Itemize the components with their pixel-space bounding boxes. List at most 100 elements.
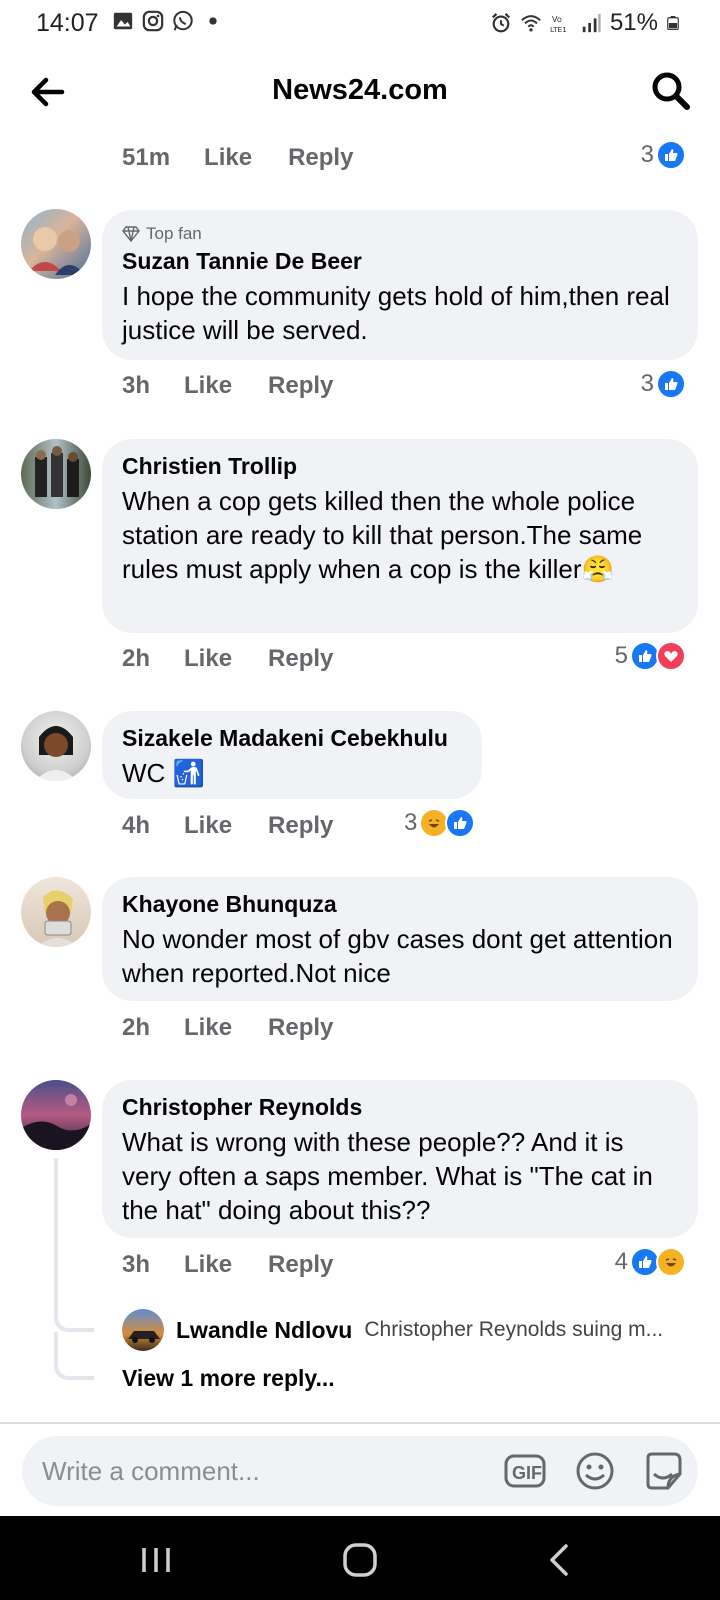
reply-button[interactable]: Reply [268, 645, 333, 673]
reaction-summary[interactable]: 3 [641, 140, 686, 170]
avatar[interactable] [21, 209, 91, 279]
diamond-icon [122, 226, 140, 242]
like-reaction-icon [656, 140, 686, 170]
thread-connector [54, 1288, 94, 1332]
volte-icon: VoLTE1 [550, 14, 567, 34]
top-fan-badge: Top fan [122, 224, 678, 244]
battery-percent: 51% [609, 9, 658, 36]
reaction-count: 5 [614, 642, 628, 669]
search-icon[interactable] [650, 70, 692, 112]
nav-back-icon[interactable] [540, 1540, 580, 1580]
reply-button[interactable]: Reply [268, 1251, 333, 1279]
comment-actions: 51m Like Reply [122, 138, 353, 178]
reaction-count: 3 [404, 809, 418, 836]
reaction-summary[interactable]: 5 [615, 641, 686, 671]
like-reaction-icon [445, 808, 476, 838]
comment-text: WC 🚮 [122, 758, 205, 788]
avatar[interactable] [21, 711, 91, 781]
battery-icon [667, 16, 679, 31]
instagram-icon [142, 10, 164, 32]
like-button[interactable]: Like [184, 645, 232, 673]
comment-author[interactable]: Christien Trollip [122, 453, 678, 480]
comment-text: What is wrong with these people?? And it… [122, 1127, 653, 1225]
like-reaction-icon [656, 369, 686, 399]
comment-bubble[interactable]: Top fan Suzan Tannie De Beer I hope the … [102, 210, 698, 360]
comment-time: 51m [122, 144, 171, 171]
comment-bubble[interactable]: Khayone Bhunquza No wonder most of gbv c… [102, 877, 698, 1001]
comment-author[interactable]: Khayone Bhunquza [122, 891, 678, 918]
recent-apps-icon[interactable] [136, 1540, 176, 1580]
haha-reaction-icon [656, 1247, 686, 1277]
reply-button[interactable]: Reply [268, 812, 333, 840]
reply-button[interactable]: Reply [288, 144, 353, 172]
comment-time: 2h [122, 1014, 151, 1041]
reaction-count: 3 [640, 370, 654, 397]
alarm-icon [491, 13, 510, 33]
comment-bubble[interactable]: Christopher Reynolds What is wrong with … [102, 1080, 698, 1238]
comment-time: 3h [122, 1251, 151, 1278]
reply-preview[interactable]: Lwandle Ndlovu Christopher Reynolds suin… [122, 1309, 663, 1351]
avatar[interactable] [21, 1080, 91, 1150]
reply-author[interactable]: Lwandle Ndlovu [176, 1317, 352, 1344]
signal-icon [582, 13, 601, 33]
svg-text:LTE1: LTE1 [550, 25, 567, 34]
divider [0, 1422, 720, 1424]
comment-actions: 2h Like Reply [122, 1008, 333, 1048]
sticker-icon[interactable] [642, 1450, 684, 1492]
thread-connector [54, 1332, 94, 1380]
wifi-icon [521, 15, 541, 32]
like-button[interactable]: Like [184, 1014, 232, 1042]
reply-button[interactable]: Reply [268, 372, 333, 400]
comment-text: I hope the community gets hold of him,th… [122, 281, 670, 345]
reaction-summary[interactable]: 3 [641, 369, 686, 399]
status-bar: 14:07 Vo LTE1 51% [0, 0, 720, 46]
reaction-summary[interactable]: 4 [615, 1247, 686, 1277]
comment-bubble[interactable]: Sizakele Madakeni Cebekhulu WC 🚮 [102, 711, 482, 799]
comment-author[interactable]: Sizakele Madakeni Cebekhulu [122, 725, 462, 752]
comment-actions: 2h Like Reply [122, 639, 333, 679]
like-button[interactable]: Like [184, 372, 232, 400]
comment-input[interactable] [42, 1450, 482, 1492]
thread-line [54, 1158, 58, 1288]
like-button[interactable]: Like [184, 812, 232, 840]
whatsapp-icon [173, 10, 193, 31]
dot-icon [209, 17, 217, 25]
emoji-icon[interactable] [574, 1450, 616, 1492]
comment-composer: GIF [22, 1436, 698, 1506]
comment-author[interactable]: Christopher Reynolds [122, 1094, 678, 1121]
system-nav-bar [0, 1516, 720, 1600]
gallery-icon [113, 12, 133, 30]
comment-text: No wonder most of gbv cases dont get att… [122, 924, 673, 988]
avatar[interactable] [21, 439, 91, 509]
view-more-replies-link[interactable]: View 1 more reply... [122, 1365, 335, 1392]
app-header: News24.com [0, 56, 720, 126]
love-reaction-icon [656, 641, 686, 671]
comment-actions: 3h Like Reply [122, 1245, 333, 1285]
top-fan-label: Top fan [146, 224, 202, 243]
reaction-summary[interactable]: 3 [404, 808, 476, 838]
gif-label: GIF [512, 1463, 542, 1483]
like-button[interactable]: Like [204, 144, 252, 172]
avatar[interactable] [21, 877, 91, 947]
reaction-count: 3 [640, 141, 654, 168]
comment-actions: 4h Like Reply [122, 806, 333, 846]
reply-button[interactable]: Reply [268, 1014, 333, 1042]
status-notification-icons [112, 10, 224, 32]
gif-icon[interactable]: GIF [504, 1450, 546, 1492]
status-time: 14:07 [36, 9, 99, 37]
status-system-icons: Vo LTE1 51% [490, 9, 680, 37]
comment-actions: 3h Like Reply [122, 366, 333, 406]
home-icon[interactable] [340, 1540, 380, 1580]
comment-text: When a cop gets killed then the whole po… [122, 486, 643, 584]
comment-author[interactable]: Suzan Tannie De Beer [122, 248, 678, 275]
svg-text:Vo: Vo [552, 14, 562, 24]
reply-avatar[interactable] [122, 1309, 164, 1351]
comment-bubble[interactable]: Christien Trollip When a cop gets killed… [102, 439, 698, 633]
comment-time: 4h [122, 812, 151, 839]
like-button[interactable]: Like [184, 1251, 232, 1279]
comment-time: 3h [122, 372, 151, 399]
comment-time: 2h [122, 645, 151, 672]
page-title: News24.com [272, 74, 448, 106]
reply-snippet: Christopher Reynolds suing m... [364, 1318, 664, 1341]
reaction-count: 4 [614, 1248, 628, 1275]
